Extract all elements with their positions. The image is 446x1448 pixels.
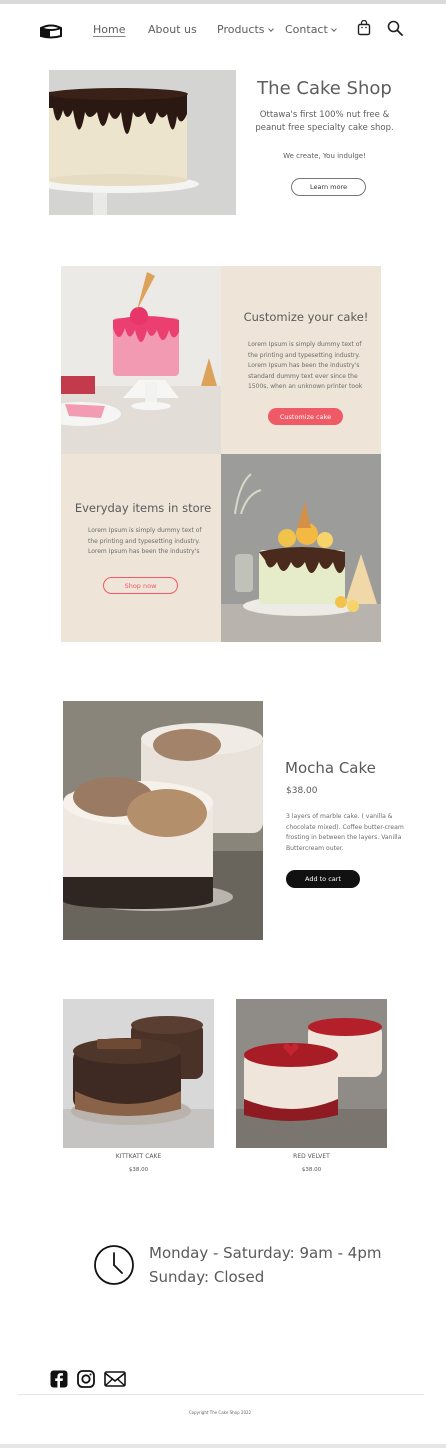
kitkat-cake-image[interactable] bbox=[63, 999, 214, 1148]
hero-cake-image: ‹ › bbox=[49, 70, 236, 215]
hero-tagline: We create, You indulge! bbox=[283, 152, 366, 160]
top-border bbox=[0, 0, 446, 4]
yellow-cake-image bbox=[221, 454, 381, 642]
learn-more-button[interactable]: Learn more bbox=[291, 178, 366, 196]
customize-text: Lorem Ipsum is simply dummy text of the … bbox=[248, 341, 363, 390]
customize-title: Customize your cake! bbox=[243, 310, 369, 324]
chevron-down-icon bbox=[267, 26, 274, 32]
product-card-name[interactable]: KITTKATT CAKE bbox=[63, 1153, 214, 1160]
nav-products-label: Products bbox=[217, 23, 265, 36]
instagram-icon[interactable] bbox=[77, 1370, 95, 1388]
search-icon[interactable] bbox=[387, 20, 403, 36]
featured-product-price: $38.00 bbox=[286, 786, 318, 796]
shopping-bag-icon[interactable] bbox=[357, 20, 371, 36]
nav-home[interactable]: Home bbox=[93, 23, 125, 36]
clock-icon bbox=[94, 1245, 134, 1285]
bottom-border bbox=[0, 1444, 446, 1448]
product-card-name[interactable]: RED VELVET bbox=[236, 1153, 387, 1160]
red-velvet-cake-image[interactable] bbox=[236, 999, 387, 1148]
cake-logo-icon[interactable] bbox=[38, 20, 64, 40]
footer-divider bbox=[18, 1394, 424, 1395]
hours-weekdays: Monday - Saturday: 9am - 4pm bbox=[149, 1244, 382, 1262]
hero-subtitle: Ottawa's first 100% nut free & peanut fr… bbox=[255, 110, 394, 133]
mocha-cake-image bbox=[63, 701, 263, 940]
nav-about-us[interactable]: About us bbox=[148, 23, 197, 36]
email-icon[interactable] bbox=[104, 1370, 126, 1388]
customize-cake-button[interactable]: Customize cake bbox=[268, 408, 343, 425]
featured-product-description: 3 layers of marble cake. ( vanilla & cho… bbox=[286, 813, 404, 852]
facebook-icon[interactable] bbox=[50, 1370, 68, 1388]
pink-cake-image bbox=[61, 266, 221, 454]
shop-now-button[interactable]: Shop now bbox=[103, 577, 178, 594]
nav-contact[interactable]: Contact bbox=[285, 23, 337, 36]
everyday-title: Everyday items in store bbox=[74, 501, 212, 515]
opening-hours: Monday - Saturday: 9am - 4pm Sunday: Clo… bbox=[149, 1241, 381, 1289]
main-nav: Home About us Products Contact bbox=[0, 14, 446, 46]
nav-contact-label: Contact bbox=[285, 23, 328, 36]
nav-products[interactable]: Products bbox=[217, 23, 274, 36]
hours-sunday: Sunday: Closed bbox=[149, 1268, 265, 1286]
product-card-price: $38.00 bbox=[128, 1167, 149, 1173]
hero-title: The Cake Shop bbox=[257, 78, 392, 99]
everyday-text: Lorem Ipsum is simply dummy text of the … bbox=[88, 527, 202, 555]
featured-product-name: Mocha Cake bbox=[285, 759, 376, 777]
copyright-text: Copyright The Cake Shop 2022 bbox=[188, 1410, 252, 1415]
product-card-price: $38.00 bbox=[301, 1167, 322, 1173]
chevron-down-icon bbox=[330, 26, 337, 32]
add-to-cart-button[interactable]: Add to cart bbox=[286, 870, 360, 888]
